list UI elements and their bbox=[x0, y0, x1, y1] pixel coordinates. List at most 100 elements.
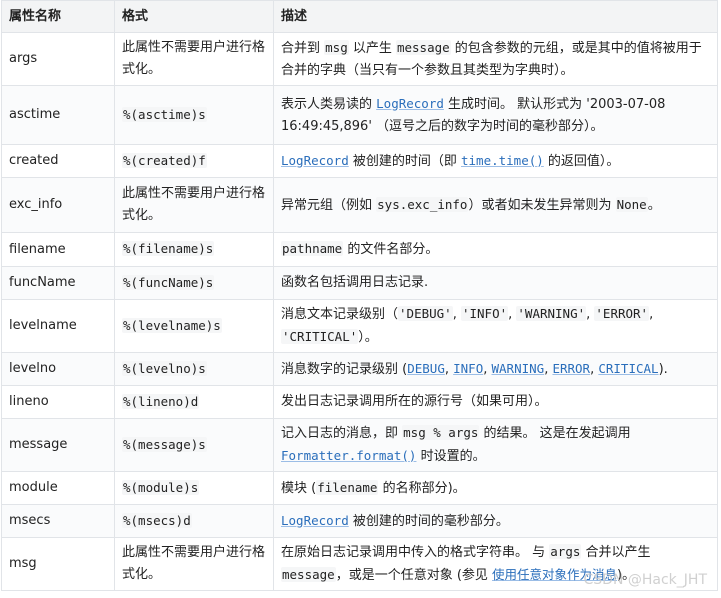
format-cell: %(module)s bbox=[114, 471, 274, 505]
description-text: 消息数字的记录级别 ( bbox=[281, 361, 408, 377]
format-cell: %(asctime)s bbox=[114, 85, 274, 145]
table-row: created %(created)f LogRecord 被创建的时间（即 tim… bbox=[1, 144, 718, 178]
description-cell: 模块 (filename 的名称部分)。 bbox=[273, 471, 718, 505]
format-cell: 此属性不需要用户进行格式化。 bbox=[114, 177, 274, 233]
description-text: 以产生 bbox=[348, 40, 396, 56]
attribute-name: message bbox=[1, 418, 115, 472]
doc-link[interactable]: INFO bbox=[453, 361, 483, 376]
format-cell: 此属性不需要用户进行格式化。 bbox=[114, 32, 274, 86]
description-text: ). bbox=[658, 361, 668, 377]
description-text: 发出日志记录调用所在的源行号（如果可用）。 bbox=[281, 394, 548, 409]
description-cell: 合并到 msg 以产生 message 的包含参数的元组，或是其中的值将被用于合… bbox=[273, 32, 718, 86]
header-row: 属性名称 格式 描述 bbox=[1, 0, 718, 33]
description-text: 的文件名部分。 bbox=[343, 242, 439, 257]
description-cell: pathname 的文件名部分。 bbox=[273, 232, 718, 267]
inline-code: message bbox=[395, 39, 451, 55]
format-cell: %(message)s bbox=[114, 418, 274, 472]
table-row: funcName %(funcName)s 函数名包括调用日志记录. bbox=[1, 266, 718, 300]
description-text: 异常元组（例如 bbox=[281, 197, 377, 213]
description-text: , bbox=[483, 361, 492, 377]
table-row: levelname %(levelname)s 消息文本记录级别（'DEBUG', … bbox=[1, 299, 718, 353]
description-text: , bbox=[444, 361, 454, 377]
format-cell: %(levelname)s bbox=[114, 299, 274, 353]
format-code: %(levelname)s bbox=[122, 317, 222, 333]
description-text: 函数名包括调用日志记录. bbox=[281, 275, 429, 290]
format-code: %(filename)s bbox=[122, 241, 215, 256]
description-text: 消息文本记录级别（ bbox=[281, 307, 399, 322]
table-row: message %(message)s 记入日志的消息，即 msg % args 的… bbox=[1, 418, 718, 472]
description-text: 被创建的时间（即 bbox=[348, 153, 461, 169]
doc-link[interactable]: CRITICAL bbox=[598, 361, 658, 376]
format-cell: %(levelno)s bbox=[114, 352, 274, 386]
inline-code: 'WARNING' bbox=[516, 306, 587, 321]
description-text: 模块 ( bbox=[281, 480, 317, 496]
doc-link[interactable]: Formatter.format() bbox=[281, 448, 416, 463]
table-row: args 此属性不需要用户进行格式化。 合并到 msg 以产生 message 的包… bbox=[1, 32, 718, 86]
description-text: 合并以产生 bbox=[581, 545, 651, 560]
format-code: %(message)s bbox=[122, 436, 207, 452]
doc-link[interactable]: WARNING bbox=[492, 361, 545, 376]
format-code: %(lineno)d bbox=[122, 393, 200, 409]
description-text: ，或是一个任意对象 (参见 bbox=[335, 568, 493, 583]
format-code: %(msecs)d bbox=[122, 512, 192, 528]
inline-code: msg bbox=[324, 39, 349, 55]
attribute-name: msecs bbox=[1, 504, 115, 538]
description-text: 时设置的。 bbox=[416, 449, 486, 464]
format-code: %(funcName)s bbox=[122, 274, 215, 290]
format-cell: %(filename)s bbox=[114, 232, 274, 267]
format-code: %(levelno)s bbox=[122, 360, 207, 376]
inline-code: None bbox=[615, 196, 648, 212]
format-cell: %(msecs)d bbox=[114, 504, 274, 538]
description-text: 。 bbox=[647, 197, 661, 213]
description-cell: 发出日志记录调用所在的源行号（如果可用）。 bbox=[273, 385, 718, 419]
attribute-name: lineno bbox=[1, 385, 115, 419]
description-cell: 异常元组（例如 sys.exc_info）或者如未发生异常则为 None。 bbox=[273, 177, 718, 233]
doc-link[interactable]: LogRecord bbox=[281, 153, 349, 168]
description-text: ）或者如未发生异常则为 bbox=[468, 197, 616, 213]
format-cell: 此属性不需要用户进行格式化。 bbox=[114, 537, 274, 591]
table-row: levelno %(levelno)s 消息数字的记录级别 (DEBUG, INFO… bbox=[1, 352, 718, 386]
description-text: 记入日志的消息，即 bbox=[281, 426, 403, 441]
inline-code: pathname bbox=[281, 241, 344, 256]
description-text: 的结果。 这是在发起调用 bbox=[479, 426, 631, 441]
header-description: 描述 bbox=[273, 0, 718, 33]
description-cell: 表示人类易读的 LogRecord 生成时间。 默认形式为 '2003-07-0… bbox=[273, 85, 718, 145]
description-cell: 消息文本记录级别（'DEBUG', 'INFO', 'WARNING', 'ER… bbox=[273, 299, 718, 353]
doc-link[interactable]: time.time() bbox=[461, 153, 544, 168]
table-row: filename %(filename)s pathname 的文件名部分。 bbox=[1, 232, 718, 267]
attribute-name: module bbox=[1, 471, 115, 505]
inline-code: message bbox=[281, 567, 336, 582]
attribute-name: msg bbox=[1, 537, 115, 591]
attribute-name: levelno bbox=[1, 352, 115, 386]
attribute-name: funcName bbox=[1, 266, 115, 300]
attribute-name: created bbox=[1, 144, 115, 178]
format-cell: %(created)f bbox=[114, 144, 274, 178]
description-cell: LogRecord 被创建的时间（即 time.time() 的返回值）。 bbox=[273, 144, 718, 178]
attribute-name: levelname bbox=[1, 299, 115, 353]
description-cell: 函数名包括调用日志记录. bbox=[273, 266, 718, 300]
table-row: msecs %(msecs)d LogRecord 被创建的时间的毫秒部分。 bbox=[1, 504, 718, 538]
attribute-name: args bbox=[1, 32, 115, 86]
inline-code: 'INFO' bbox=[460, 306, 509, 321]
table-row: module %(module)s 模块 (filename 的名称部分)。 bbox=[1, 471, 718, 505]
inline-code: 'CRITICAL' bbox=[281, 329, 359, 344]
header-format: 格式 bbox=[114, 0, 274, 33]
format-code: %(created)f bbox=[122, 152, 207, 168]
table-row: asctime %(asctime)s 表示人类易读的 LogRecord 生成时间… bbox=[1, 85, 718, 145]
format-cell: %(funcName)s bbox=[114, 266, 274, 300]
doc-link[interactable]: LogRecord bbox=[281, 513, 349, 528]
inline-code: 'DEBUG' bbox=[398, 306, 453, 321]
description-text: 合并到 bbox=[281, 40, 325, 56]
inline-code: sys.exc_info bbox=[376, 196, 469, 212]
description-text: , bbox=[649, 307, 654, 322]
doc-link[interactable]: LogRecord bbox=[376, 96, 444, 111]
description-text: 被创建的时间的毫秒部分。 bbox=[348, 513, 509, 529]
description-text: ）。 bbox=[358, 330, 378, 345]
inline-code: 'ERROR' bbox=[594, 306, 650, 321]
description-text: 表示人类易读的 bbox=[281, 96, 377, 112]
attribute-name: filename bbox=[1, 232, 115, 267]
header-attr-name: 属性名称 bbox=[1, 0, 115, 33]
description-cell: LogRecord 被创建的时间的毫秒部分。 bbox=[273, 504, 718, 538]
doc-link[interactable]: DEBUG bbox=[407, 361, 445, 376]
doc-link[interactable]: ERROR bbox=[552, 361, 590, 376]
